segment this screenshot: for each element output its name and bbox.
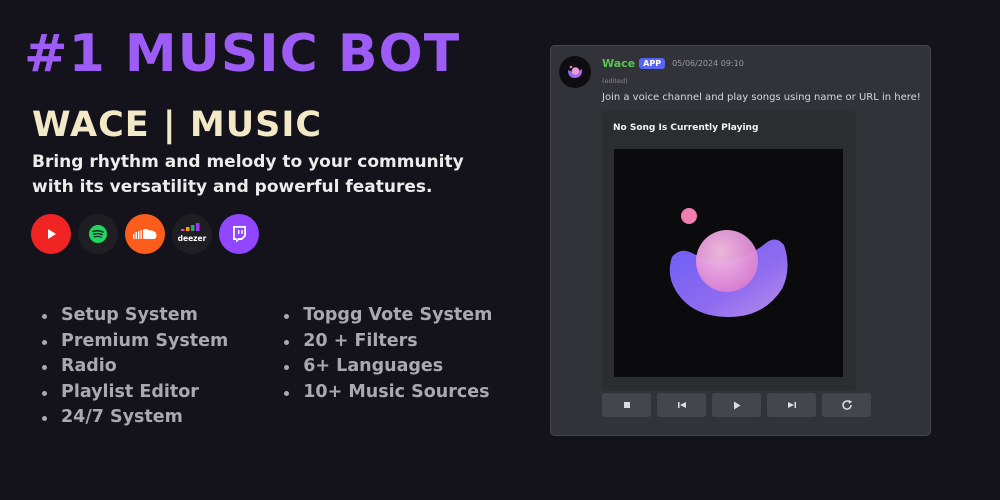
player-controls bbox=[602, 393, 871, 417]
discord-message-card: Wace APP 05/06/2024 09:10 (edited) Join … bbox=[550, 45, 931, 436]
feature-list-right: Topgg Vote System 20 + Filters 6+ Langua… bbox=[282, 303, 492, 431]
edited-label: (edited) bbox=[602, 77, 628, 85]
spotify-icon bbox=[78, 214, 118, 254]
stop-button[interactable] bbox=[602, 393, 651, 417]
stop-icon bbox=[623, 402, 630, 408]
list-item: Radio bbox=[40, 354, 228, 380]
tagline: Bring rhythm and melody to your communit… bbox=[32, 152, 464, 197]
bot-name: WACE | MUSIC bbox=[32, 105, 323, 145]
music-logo-icon bbox=[669, 208, 788, 317]
play-button[interactable] bbox=[712, 393, 761, 417]
embed: No Song Is Currently Playing bbox=[602, 111, 856, 391]
feature-list-left: Setup System Premium System Radio Playli… bbox=[40, 303, 228, 431]
list-item: 20 + Filters bbox=[282, 329, 492, 355]
previous-icon bbox=[677, 402, 686, 408]
soundcloud-icon bbox=[125, 214, 165, 254]
avatar[interactable] bbox=[559, 56, 591, 88]
deezer-icon: deezer bbox=[172, 214, 212, 254]
message-author[interactable]: Wace bbox=[602, 57, 635, 70]
deezer-label: deezer bbox=[178, 234, 207, 243]
next-button[interactable] bbox=[767, 393, 816, 417]
list-item: Premium System bbox=[40, 329, 228, 355]
message-header: Wace APP 05/06/2024 09:10 bbox=[602, 57, 744, 70]
embed-title: No Song Is Currently Playing bbox=[613, 123, 759, 133]
loop-button[interactable] bbox=[822, 393, 871, 417]
list-item: Playlist Editor bbox=[40, 380, 228, 406]
next-icon bbox=[787, 402, 796, 408]
app-badge: APP bbox=[639, 58, 666, 69]
list-item: 10+ Music Sources bbox=[282, 380, 492, 406]
feature-list: Setup System Premium System Radio Playli… bbox=[40, 303, 492, 431]
hero-title: #1 MUSIC BOT bbox=[24, 24, 461, 84]
message-timestamp: 05/06/2024 09:10 bbox=[672, 59, 744, 68]
twitch-icon bbox=[219, 214, 259, 254]
loop-icon bbox=[841, 400, 852, 410]
music-sources: deezer bbox=[31, 214, 259, 254]
list-item: Topgg Vote System bbox=[282, 303, 492, 329]
embed-image bbox=[614, 149, 843, 377]
list-item: Setup System bbox=[40, 303, 228, 329]
list-item: 24/7 System bbox=[40, 405, 228, 431]
list-item: 6+ Languages bbox=[282, 354, 492, 380]
previous-button[interactable] bbox=[657, 393, 706, 417]
youtube-icon bbox=[31, 214, 71, 254]
message-text: Join a voice channel and play songs usin… bbox=[602, 92, 921, 103]
play-icon bbox=[733, 401, 740, 409]
